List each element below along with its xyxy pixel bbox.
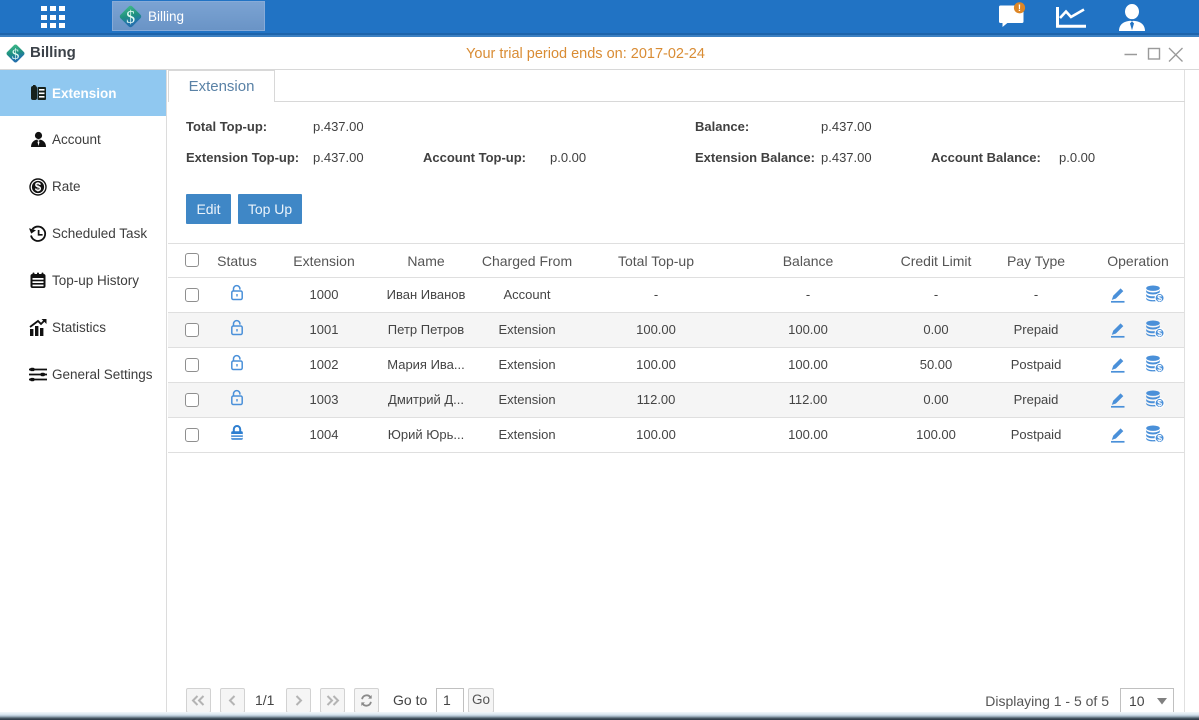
svg-text:$: $ [1157, 398, 1162, 408]
svg-text:$: $ [1157, 433, 1162, 443]
svg-text:$: $ [35, 182, 42, 194]
svg-text:$: $ [1157, 293, 1162, 303]
svg-text:$: $ [1157, 363, 1162, 373]
svg-text:!: ! [1018, 3, 1021, 14]
svg-text:$: $ [1157, 328, 1162, 338]
